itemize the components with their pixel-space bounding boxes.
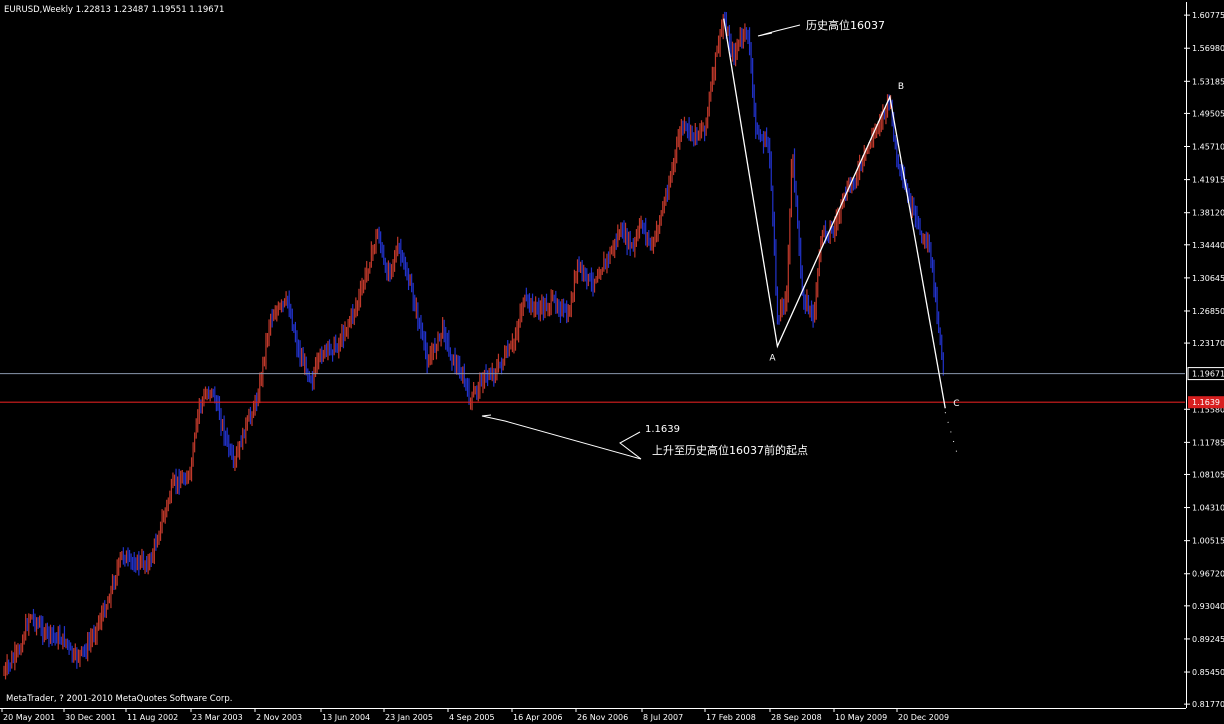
support-price-label: 1.1639 (1192, 398, 1220, 407)
price-tick-label: 0.93040 (1192, 602, 1224, 611)
time-tick-label: 2 Nov 2003 (256, 713, 302, 722)
time-tick-label: 17 Feb 2008 (706, 713, 756, 722)
price-tick-label: 1.38120 (1192, 209, 1224, 218)
price-tick-label: 1.08105 (1192, 470, 1224, 479)
time-tick-label: 13 Jun 2004 (322, 713, 370, 722)
time-tick-label: 20 May 2001 (3, 713, 55, 722)
time-tick-label: 30 Dec 2001 (65, 713, 116, 722)
price-tick-label: 1.41915 (1192, 176, 1224, 185)
price-tick-label: 1.60775 (1192, 11, 1224, 20)
time-tick-label: 11 Aug 2002 (127, 713, 178, 722)
price-tick-label: 1.11785 (1192, 438, 1224, 447)
price-tick-label: 1.26850 (1192, 307, 1224, 316)
time-tick-label: 16 Apr 2006 (513, 713, 562, 722)
time-tick-label: 23 Jan 2005 (385, 713, 433, 722)
price-tick-label: 1.49505 (1192, 109, 1224, 118)
time-tick-label: 28 Sep 2008 (771, 713, 822, 722)
price-tick-label: 1.53185 (1192, 77, 1224, 86)
time-tick-label: 23 Mar 2003 (192, 713, 243, 722)
low-price-label: 1.1639 (645, 424, 680, 435)
abc-label: A (769, 353, 776, 363)
abc-label: C (953, 399, 959, 409)
price-tick-label: 1.34440 (1192, 241, 1224, 250)
price-tick-label: 0.89245 (1192, 635, 1224, 644)
time-tick-label: 4 Sep 2005 (449, 713, 495, 722)
price-tick-label: 0.81770 (1192, 700, 1224, 709)
price-tick-label: 1.23170 (1192, 339, 1224, 348)
chart-background (0, 0, 1224, 724)
price-tick-label: 1.45710 (1192, 143, 1224, 152)
time-tick-label: 8 Jul 2007 (643, 713, 683, 722)
high-annotation-label: 历史高位16037 (806, 18, 885, 32)
price-tick-label: 1.04310 (1192, 504, 1224, 513)
symbol-header: EURUSD,Weekly 1.22813 1.23487 1.19551 1.… (4, 5, 224, 15)
price-tick-label: 1.00515 (1192, 537, 1224, 546)
time-tick-label: 20 Dec 2009 (898, 713, 949, 722)
price-tick-label: 1.56980 (1192, 44, 1224, 53)
price-chart: A B C 1.60775 1.56980 1.53185 1.49505 1.45710 1… (0, 0, 1224, 724)
price-tick-label: 0.85450 (1192, 668, 1224, 677)
abc-label: B (898, 82, 904, 92)
price-tick-label: 1.30645 (1192, 274, 1224, 283)
current-price-label: 1.19671 (1192, 370, 1224, 379)
copyright-text: MetaTrader, ? 2001-2010 MetaQuotes Softw… (6, 694, 233, 704)
price-tick-label: 0.96720 (1192, 570, 1224, 579)
time-tick-label: 26 Nov 2006 (577, 713, 628, 722)
low-annotation-label: 上升至历史高位16037前的起点 (652, 443, 808, 457)
time-tick-label: 10 May 2009 (835, 713, 887, 722)
